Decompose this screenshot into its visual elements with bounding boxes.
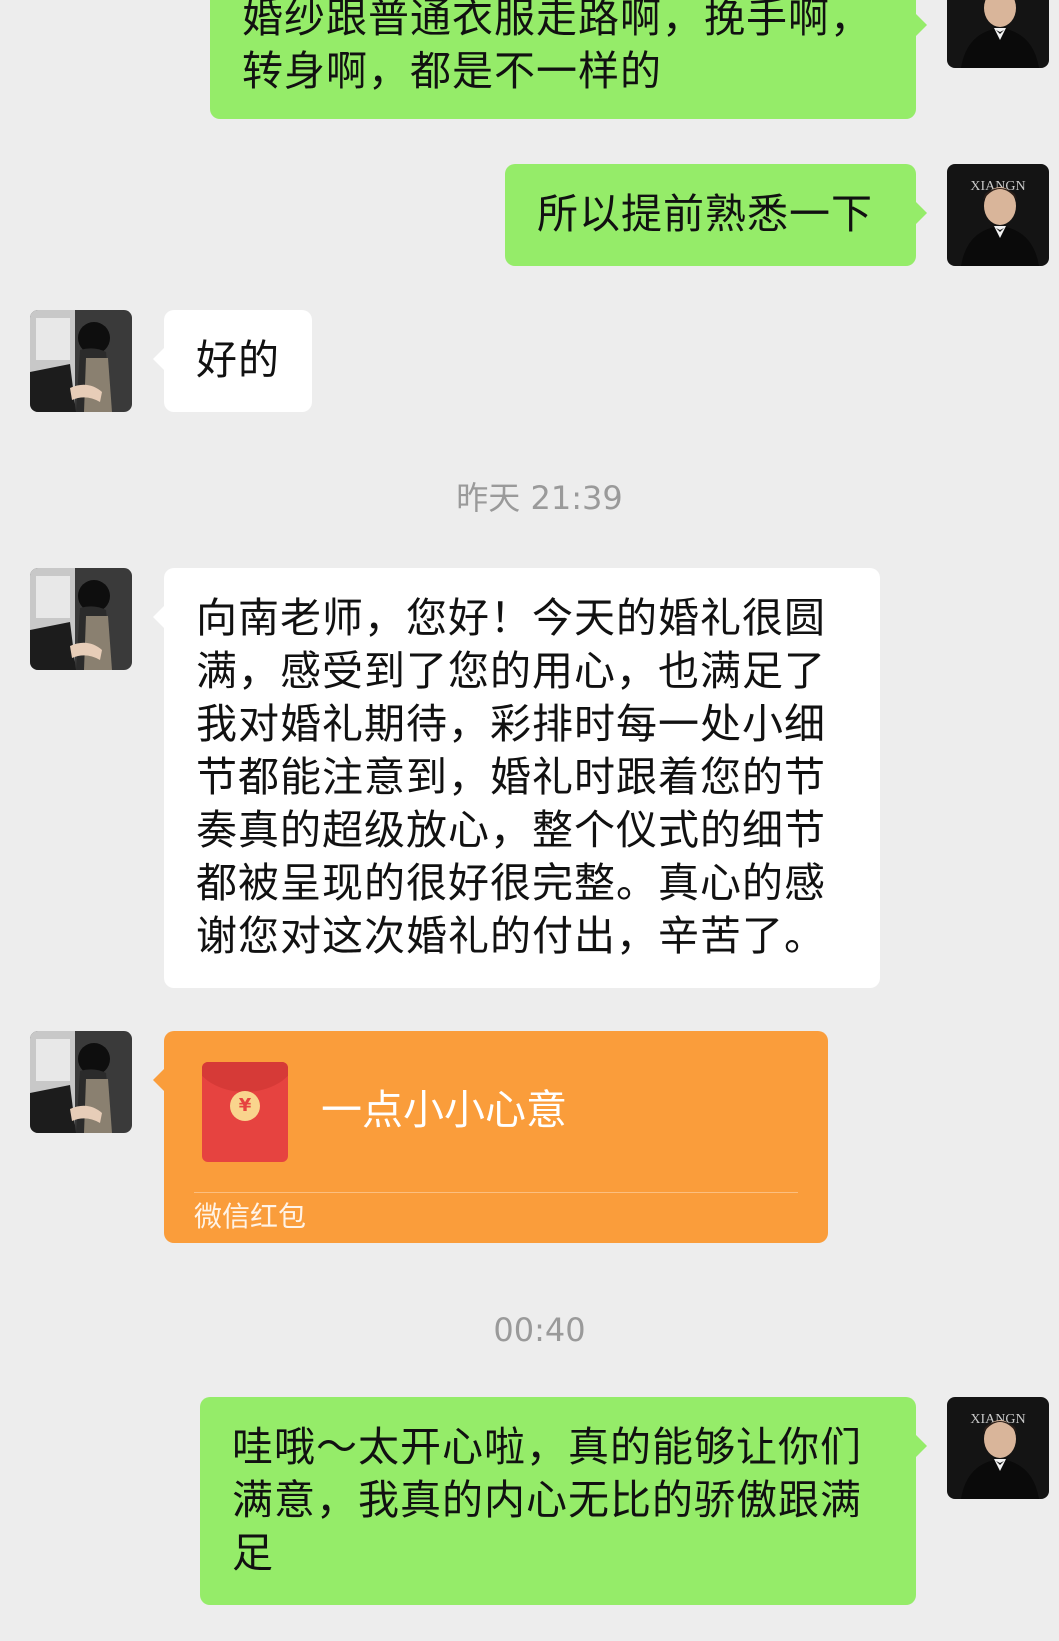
avatar-self[interactable]: XIANGN (947, 0, 1049, 68)
message-text: 好的 (196, 336, 280, 384)
avatar-contact[interactable] (30, 1031, 132, 1133)
avatar-self[interactable]: XIANGN (947, 1397, 1049, 1499)
red-packet-message[interactable]: ¥ 一点小小心意 微信红包 (153, 1031, 828, 1243)
avatar-contact[interactable] (30, 310, 132, 412)
avatar-image (30, 1031, 132, 1133)
message-bubble-self[interactable]: 婚纱跟普通衣服走路啊，挽手啊，转身啊，都是不一样的 (210, 0, 927, 119)
message-text: 所以提前熟悉一下 (537, 190, 873, 238)
red-envelope-flap (202, 1062, 288, 1092)
message-bubble-contact[interactable]: 好的 (153, 310, 312, 412)
message-bubble-self[interactable]: 哇哦～太开心啦，真的能够让你们满意，我真的内心无比的骄傲跟满足 (200, 1397, 927, 1605)
message-text: 婚纱跟普通衣服走路啊，挽手啊，转身啊，都是不一样的 (242, 0, 872, 95)
red-packet-divider (194, 1192, 798, 1193)
message-text: 哇哦～太开心啦，真的能够让你们满意，我真的内心无比的骄傲跟满足 (232, 1423, 862, 1577)
avatar-contact[interactable] (30, 568, 132, 670)
red-packet-title: 一点小小心意 (321, 1086, 567, 1134)
avatar-image (30, 310, 132, 412)
avatar-image: XIANGN (947, 1397, 1049, 1499)
avatar-self[interactable]: XIANGN (947, 164, 1049, 266)
red-envelope-icon: ¥ (202, 1062, 288, 1162)
yuan-coin-icon: ¥ (230, 1091, 260, 1121)
red-packet-label: 微信红包 (194, 1200, 307, 1233)
message-timestamp: 昨天 21:39 (456, 479, 623, 517)
avatar-image: XIANGN (947, 164, 1049, 266)
message-bubble-contact[interactable]: 向南老师，您好！今天的婚礼很圆满，感受到了您的用心，也满足了我对婚礼期待，彩排时… (153, 568, 880, 988)
avatar-image (30, 568, 132, 670)
message-text: 向南老师，您好！今天的婚礼很圆满，感受到了您的用心，也满足了我对婚礼期待，彩排时… (196, 594, 826, 960)
message-timestamp: 00:40 (493, 1311, 586, 1349)
avatar-image: XIANGN (947, 0, 1049, 68)
message-bubble-self[interactable]: 所以提前熟悉一下 (505, 164, 927, 266)
